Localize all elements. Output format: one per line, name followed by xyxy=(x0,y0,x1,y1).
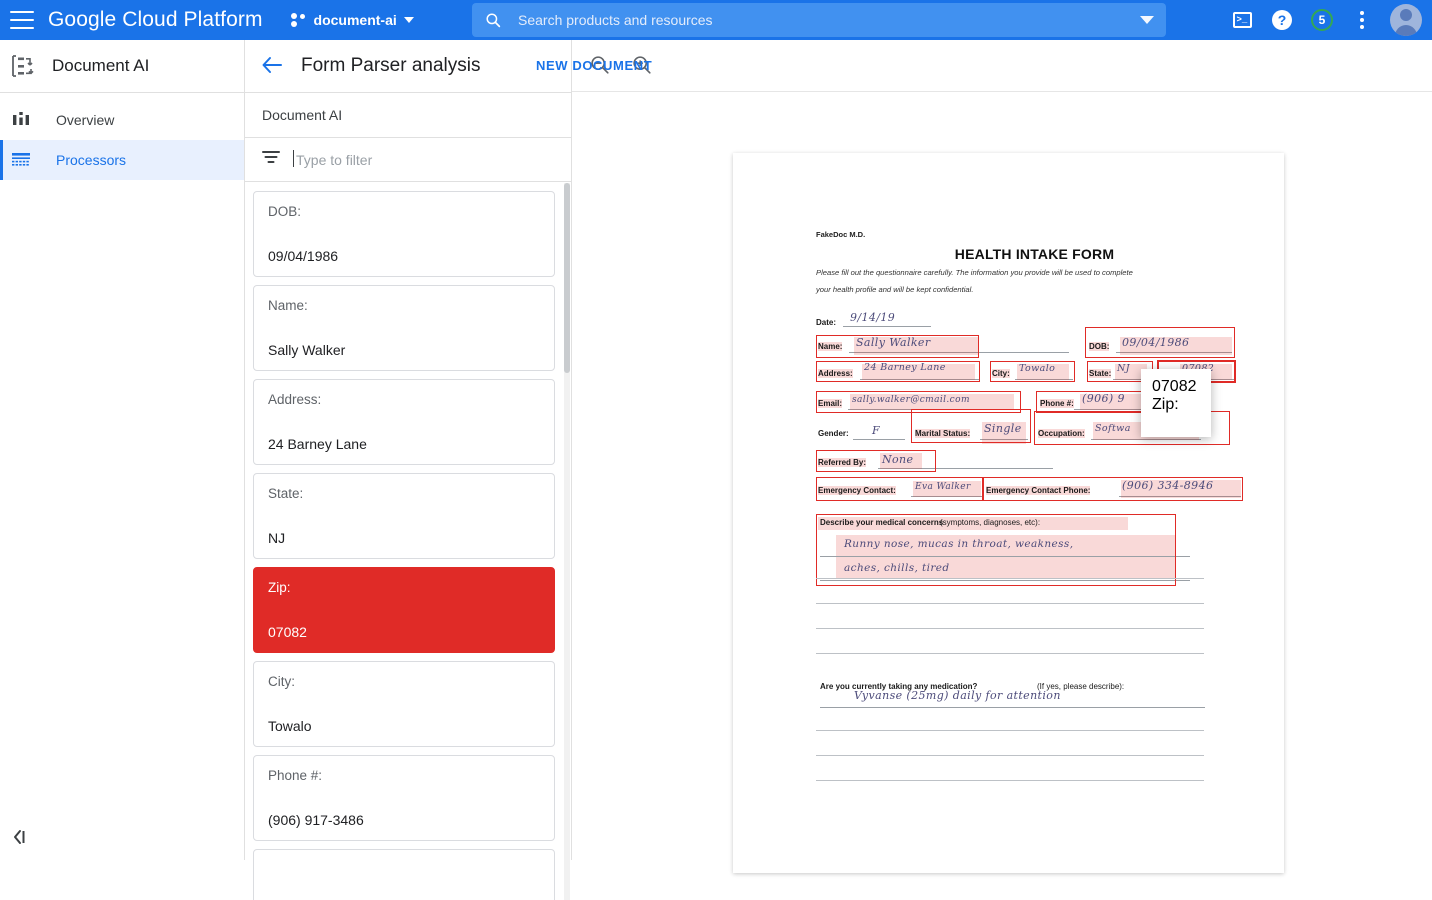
field-card-list[interactable]: DOB: 09/04/1986 Name: Sally Walker Addre… xyxy=(245,183,572,900)
field-value: Towalo xyxy=(268,718,540,734)
field-key: DOB: xyxy=(268,204,540,219)
search-chevron-down-icon[interactable] xyxy=(1140,16,1154,24)
sidebar-item-label: Overview xyxy=(56,112,114,128)
field-card[interactable]: DOB: 09/04/1986 xyxy=(253,191,555,277)
field-value: 24 Barney Lane xyxy=(268,436,540,452)
field-card[interactable]: Phone #: (906) 917-3486 xyxy=(253,755,555,841)
global-top-bar: Google Cloud Platform document-ai Search… xyxy=(0,0,1432,40)
bbox-emergency-contact[interactable] xyxy=(816,477,984,501)
filter-icon xyxy=(262,150,280,169)
field-value: 09/04/1986 xyxy=(268,248,540,264)
processors-icon xyxy=(12,151,34,169)
breadcrumb[interactable]: Document AI xyxy=(245,93,571,138)
field-value: NJ xyxy=(268,530,540,546)
left-navigation: Document AI Overview xyxy=(0,40,245,860)
new-document-button[interactable]: NEW DOCUMENT xyxy=(536,58,652,73)
top-bar-actions: >_ ? 5 xyxy=(1230,0,1424,40)
dashboard-icon xyxy=(12,111,34,129)
field-key: Phone #: xyxy=(268,768,540,783)
document-parse-icon xyxy=(10,54,36,78)
blank-rule xyxy=(816,730,1204,731)
notifications-count: 5 xyxy=(1311,9,1333,31)
help-icon[interactable]: ? xyxy=(1270,8,1294,32)
field-value: Sally Walker xyxy=(268,342,540,358)
label-gender: Gender: xyxy=(818,429,849,438)
field-key: City: xyxy=(268,674,540,689)
blank-rule xyxy=(816,780,1204,781)
fields-panel: Form Parser analysis Document AI Type to… xyxy=(245,40,572,860)
filter-input[interactable]: Type to filter xyxy=(296,152,372,168)
field-card[interactable]: Name: Sally Walker xyxy=(253,285,555,371)
bbox-emergency-phone[interactable] xyxy=(982,477,1243,501)
sidebar-item-overview[interactable]: Overview xyxy=(0,100,244,140)
bbox-city[interactable] xyxy=(990,361,1075,382)
fields-panel-scrollbar[interactable] xyxy=(564,183,570,900)
project-name: document-ai xyxy=(314,12,397,28)
app-title: Document AI xyxy=(52,56,149,76)
search-icon xyxy=(484,11,502,29)
gcp-brand-title: Google Cloud Platform xyxy=(48,8,263,32)
user-avatar[interactable] xyxy=(1390,4,1422,36)
search-placeholder: Search products and resources xyxy=(518,12,1140,28)
field-card[interactable]: City: Towalo xyxy=(253,661,555,747)
health-intake-form: FakeDoc M.D. HEALTH INTAKE FORM Please f… xyxy=(816,230,1253,712)
panel-header: Form Parser analysis xyxy=(245,40,571,93)
bbox-address[interactable] xyxy=(816,361,980,382)
project-selector[interactable]: document-ai xyxy=(291,12,414,28)
medication-rule-1 xyxy=(820,707,1205,708)
bbox-referred[interactable] xyxy=(816,450,936,472)
chevron-down-icon xyxy=(404,17,414,23)
page-title: Form Parser analysis xyxy=(301,55,481,77)
field-card-selected[interactable]: Zip: 07082 xyxy=(253,567,555,653)
blank-rule xyxy=(816,653,1204,654)
viewer-toolbar xyxy=(572,40,1432,92)
blank-rule xyxy=(816,755,1204,756)
field-value: (906) 917-3486 xyxy=(268,812,540,828)
kebab-menu-icon[interactable] xyxy=(1350,8,1374,32)
filter-row[interactable]: Type to filter xyxy=(245,138,571,182)
back-arrow-icon[interactable] xyxy=(261,55,283,77)
label-date: Date: xyxy=(816,318,836,327)
global-search-bar[interactable]: Search products and resources xyxy=(472,3,1166,37)
field-card-partial[interactable] xyxy=(253,849,555,900)
bbox-concerns[interactable] xyxy=(816,514,1176,586)
value-gender: F xyxy=(872,424,880,437)
form-title: HEALTH INTAKE FORM xyxy=(816,246,1253,262)
field-key: Zip: xyxy=(268,580,540,595)
blank-rule xyxy=(816,578,1204,579)
app-title-row: Document AI xyxy=(0,40,244,93)
blank-rule xyxy=(816,603,1204,604)
collapse-panel-icon[interactable] xyxy=(12,826,34,848)
field-card[interactable]: State: NJ xyxy=(253,473,555,559)
bbox-name[interactable] xyxy=(816,335,979,358)
tooltip-key: Zip: xyxy=(1152,396,1200,414)
bbox-marital[interactable] xyxy=(911,409,1031,443)
value-medication: Vyvanse (25mg) daily for attention xyxy=(854,689,1061,702)
field-key: State: xyxy=(268,486,540,501)
sidebar-item-processors[interactable]: Processors xyxy=(0,140,244,180)
field-value: 07082 xyxy=(268,624,540,640)
project-dots-icon xyxy=(291,13,307,27)
notifications-badge[interactable]: 5 xyxy=(1310,8,1334,32)
cloud-shell-icon[interactable]: >_ xyxy=(1230,8,1254,32)
hamburger-icon[interactable] xyxy=(10,11,34,29)
gender-rule xyxy=(853,439,905,440)
sidebar-item-label: Processors xyxy=(56,152,126,168)
document-page[interactable]: FakeDoc M.D. HEALTH INTAKE FORM Please f… xyxy=(733,153,1284,873)
letterhead: FakeDoc M.D. xyxy=(816,230,1253,239)
blank-rule xyxy=(816,628,1204,629)
form-instructions-line1: Please fill out the questionnaire carefu… xyxy=(816,267,1253,279)
date-rule xyxy=(843,326,931,327)
value-date: 9/14/19 xyxy=(850,311,895,324)
field-key: Name: xyxy=(268,298,540,313)
field-tooltip: 07082 Zip: xyxy=(1141,369,1211,437)
form-instructions-line2: your health profile and will be kept con… xyxy=(816,284,1253,296)
field-key: Address: xyxy=(268,392,540,407)
document-viewer: FakeDoc M.D. HEALTH INTAKE FORM Please f… xyxy=(572,40,1432,860)
field-card[interactable]: Address: 24 Barney Lane xyxy=(253,379,555,465)
bbox-dob[interactable] xyxy=(1085,327,1235,358)
tooltip-value: 07082 xyxy=(1152,378,1200,396)
